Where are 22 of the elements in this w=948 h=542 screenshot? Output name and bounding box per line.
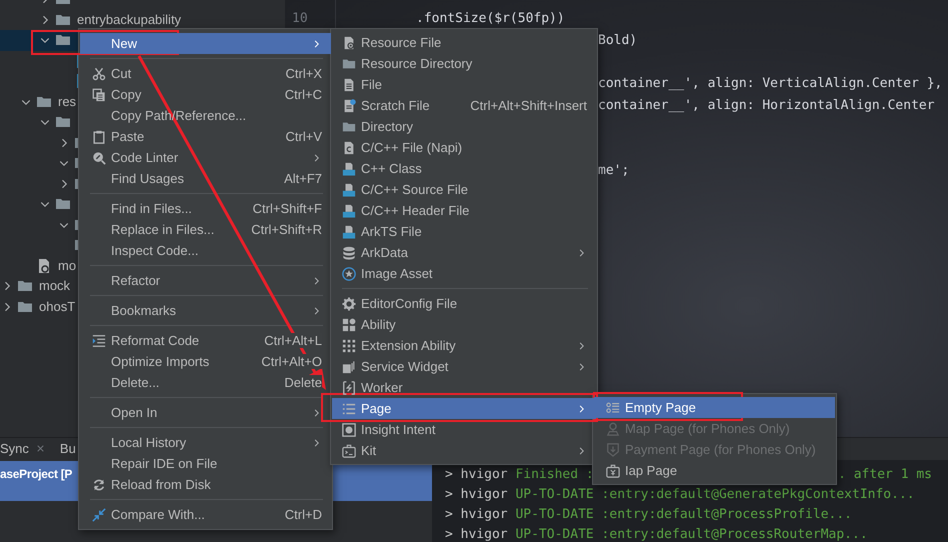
console-line: > hvigor UP-TO-DATE :entry:default@GeneratePkgContextInfo... (445, 486, 915, 502)
shortcut-label: Ctrl+Shift+F (252, 201, 322, 216)
code-line: container__', align: VerticalAlign.Center }, (598, 76, 942, 92)
console-line: > hvigor Finished : (445, 466, 594, 482)
shortcut-label: Ctrl+Alt+L (264, 333, 322, 348)
console-line: > hvigor UP-TO-DATE :entry:default@ProcessProfile... (445, 506, 852, 522)
code-line: .fontSize($r(50fp)) (416, 11, 565, 26)
console-text: . after 1 ms (838, 466, 932, 482)
console-line: > hvigor UP-TO-DATE :entry:default@ProcessRouterMap... (445, 526, 868, 542)
shortcut-label: Ctrl+Alt+Shift+Insert (470, 98, 587, 113)
code-line: me'; (598, 163, 630, 178)
shortcut-label: Ctrl+Shift+R (251, 222, 322, 237)
shortcut-label: Ctrl+X (286, 66, 322, 81)
shortcut-label: Ctrl+C (284, 87, 322, 102)
line-number: 10 (292, 11, 308, 26)
shortcut-label: Ctrl+Alt+O (261, 354, 322, 369)
code-line: container__', align: HorizontalAlign.Center (598, 98, 935, 114)
shortcut-label: Ctrl+D (284, 507, 322, 522)
shortcut-label: Alt+F7 (284, 171, 322, 186)
shortcut-label: Ctrl+V (286, 129, 322, 144)
shortcut-label: Delete (284, 375, 322, 390)
code-line: Bold) (598, 33, 638, 48)
